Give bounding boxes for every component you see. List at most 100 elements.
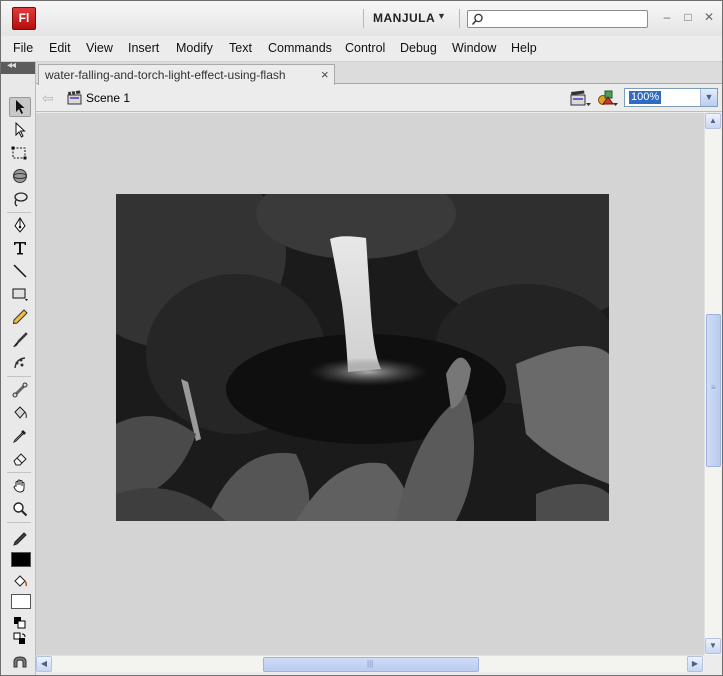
menu-modify[interactable]: Modify <box>176 41 213 55</box>
eyedropper-icon <box>12 430 26 444</box>
hand-tool[interactable] <box>9 476 31 496</box>
paint-bucket-tool[interactable] <box>9 403 31 423</box>
swap-colors-icon <box>13 632 26 644</box>
vertical-scroll-thumb[interactable]: ≡ <box>706 314 721 467</box>
menu-commands[interactable]: Commands <box>268 41 332 55</box>
bone-icon <box>12 382 28 398</box>
scroll-down-button[interactable]: ▼ <box>705 638 721 654</box>
stroke-color-swatch[interactable] <box>11 552 31 567</box>
text-tool-icon <box>14 242 26 255</box>
tools-separator <box>7 212 31 213</box>
document-tab[interactable]: water-falling-and-torch-light-effect-usi… <box>38 64 335 85</box>
workspace-switcher-label[interactable]: MANJULA <box>373 11 435 25</box>
eraser-icon <box>13 453 27 466</box>
fill-color-tool[interactable] <box>9 572 31 592</box>
brush-tool[interactable] <box>9 330 31 350</box>
menu-edit[interactable]: Edit <box>49 41 71 55</box>
menu-file[interactable]: File <box>13 41 33 55</box>
lasso-icon <box>14 192 28 207</box>
menu-insert[interactable]: Insert <box>128 41 159 55</box>
menu-debug[interactable]: Debug <box>400 41 437 55</box>
fill-bucket-icon <box>14 575 28 587</box>
scene-breadcrumb[interactable]: Scene 1 <box>86 91 130 105</box>
scroll-up-button[interactable]: ▲ <box>705 113 721 129</box>
grip-icon: ||| <box>367 659 374 668</box>
menu-help[interactable]: Help <box>511 41 537 55</box>
chevron-down-icon[interactable]: ▼ <box>700 89 717 106</box>
swap-colors-button[interactable] <box>9 629 31 649</box>
line-tool[interactable] <box>9 261 31 281</box>
chevron-down-icon[interactable]: ▼ <box>437 11 446 21</box>
flash-logo-icon: Fl <box>12 7 36 30</box>
lasso-tool[interactable] <box>9 189 31 209</box>
title-separator <box>459 9 460 28</box>
snap-to-objects-button[interactable] <box>9 652 31 672</box>
scroll-left-button[interactable]: ◀ <box>36 656 52 672</box>
free-transform-tool[interactable] <box>9 143 31 163</box>
brush-icon <box>13 332 28 347</box>
deco-tool[interactable] <box>9 353 31 373</box>
bone-tool[interactable] <box>9 380 31 400</box>
stage-pasteboard[interactable] <box>36 113 704 655</box>
waterfall-image <box>116 194 609 521</box>
minimize-button[interactable]: – <box>658 9 676 25</box>
eraser-tool[interactable] <box>9 449 31 469</box>
3d-rotation-tool[interactable] <box>9 166 31 186</box>
menu-window[interactable]: Window <box>452 41 496 55</box>
hollow-arrow-icon <box>15 122 26 138</box>
zoom-dropdown[interactable]: 100% ▼ <box>624 88 718 107</box>
close-button[interactable]: ✕ <box>700 9 718 25</box>
scrollbar-corner <box>704 655 721 672</box>
free-transform-icon <box>11 146 27 160</box>
rectangle-icon <box>12 288 28 301</box>
edit-bar: ⇦ Scene 1 100% ▼ <box>36 85 722 112</box>
text-tool[interactable] <box>9 238 31 258</box>
title-separator <box>363 9 364 28</box>
grip-icon: ≡ <box>711 383 716 392</box>
pen-tool[interactable] <box>9 215 31 235</box>
tools-panel-collapse-button[interactable]: ◂◂ <box>1 60 35 74</box>
menu-bar: File Edit View Insert Modify Text Comman… <box>1 36 722 62</box>
zoom-tool[interactable] <box>9 499 31 519</box>
document-tab-title: water-falling-and-torch-light-effect-usi… <box>45 68 286 82</box>
hand-icon <box>13 479 25 493</box>
menu-view[interactable]: View <box>86 41 113 55</box>
scroll-right-button[interactable]: ▶ <box>687 656 703 672</box>
tools-separator <box>7 472 31 473</box>
edit-scene-icon[interactable] <box>570 89 592 107</box>
help-search-box[interactable] <box>467 10 648 28</box>
horizontal-scrollbar[interactable]: ◀ ||| ▶ <box>36 655 704 672</box>
search-input[interactable] <box>486 12 644 26</box>
magnifier-icon <box>13 502 28 517</box>
pencil-icon <box>12 309 28 325</box>
3d-rotation-icon <box>13 169 27 183</box>
fill-color-swatch[interactable] <box>11 594 31 609</box>
tools-panel: ◂◂ <box>1 60 36 675</box>
tools-separator <box>7 522 31 523</box>
line-icon <box>13 264 27 278</box>
close-icon[interactable]: × <box>321 67 329 82</box>
pencil-tool[interactable] <box>9 307 31 327</box>
subselection-tool[interactable] <box>9 120 31 140</box>
zoom-value[interactable]: 100% <box>629 91 662 104</box>
tools-separator <box>7 376 31 377</box>
pen-icon <box>14 217 26 233</box>
vertical-scrollbar[interactable]: ▲ ≡ ▼ <box>704 113 721 655</box>
horizontal-scroll-thumb[interactable]: ||| <box>263 657 479 672</box>
default-colors-icon <box>14 617 26 629</box>
search-icon <box>471 13 483 25</box>
edit-symbols-icon[interactable] <box>597 89 619 107</box>
paint-bucket-icon <box>14 406 27 419</box>
eyedropper-tool[interactable] <box>9 426 31 446</box>
maximize-button[interactable]: □ <box>679 9 697 25</box>
menu-control[interactable]: Control <box>345 41 385 55</box>
stroke-pencil-icon <box>13 532 27 546</box>
stroke-color-tool[interactable] <box>9 529 31 549</box>
waterfall-photo[interactable] <box>116 194 609 521</box>
flash-window: Fl MANJULA ▼ – □ ✕ File Edit View Insert… <box>0 0 723 676</box>
menu-text[interactable]: Text <box>229 41 252 55</box>
selection-tool[interactable] <box>9 97 31 117</box>
magnet-icon <box>13 656 27 668</box>
back-arrow-icon[interactable]: ⇦ <box>42 90 54 107</box>
rectangle-tool[interactable] <box>9 284 31 304</box>
